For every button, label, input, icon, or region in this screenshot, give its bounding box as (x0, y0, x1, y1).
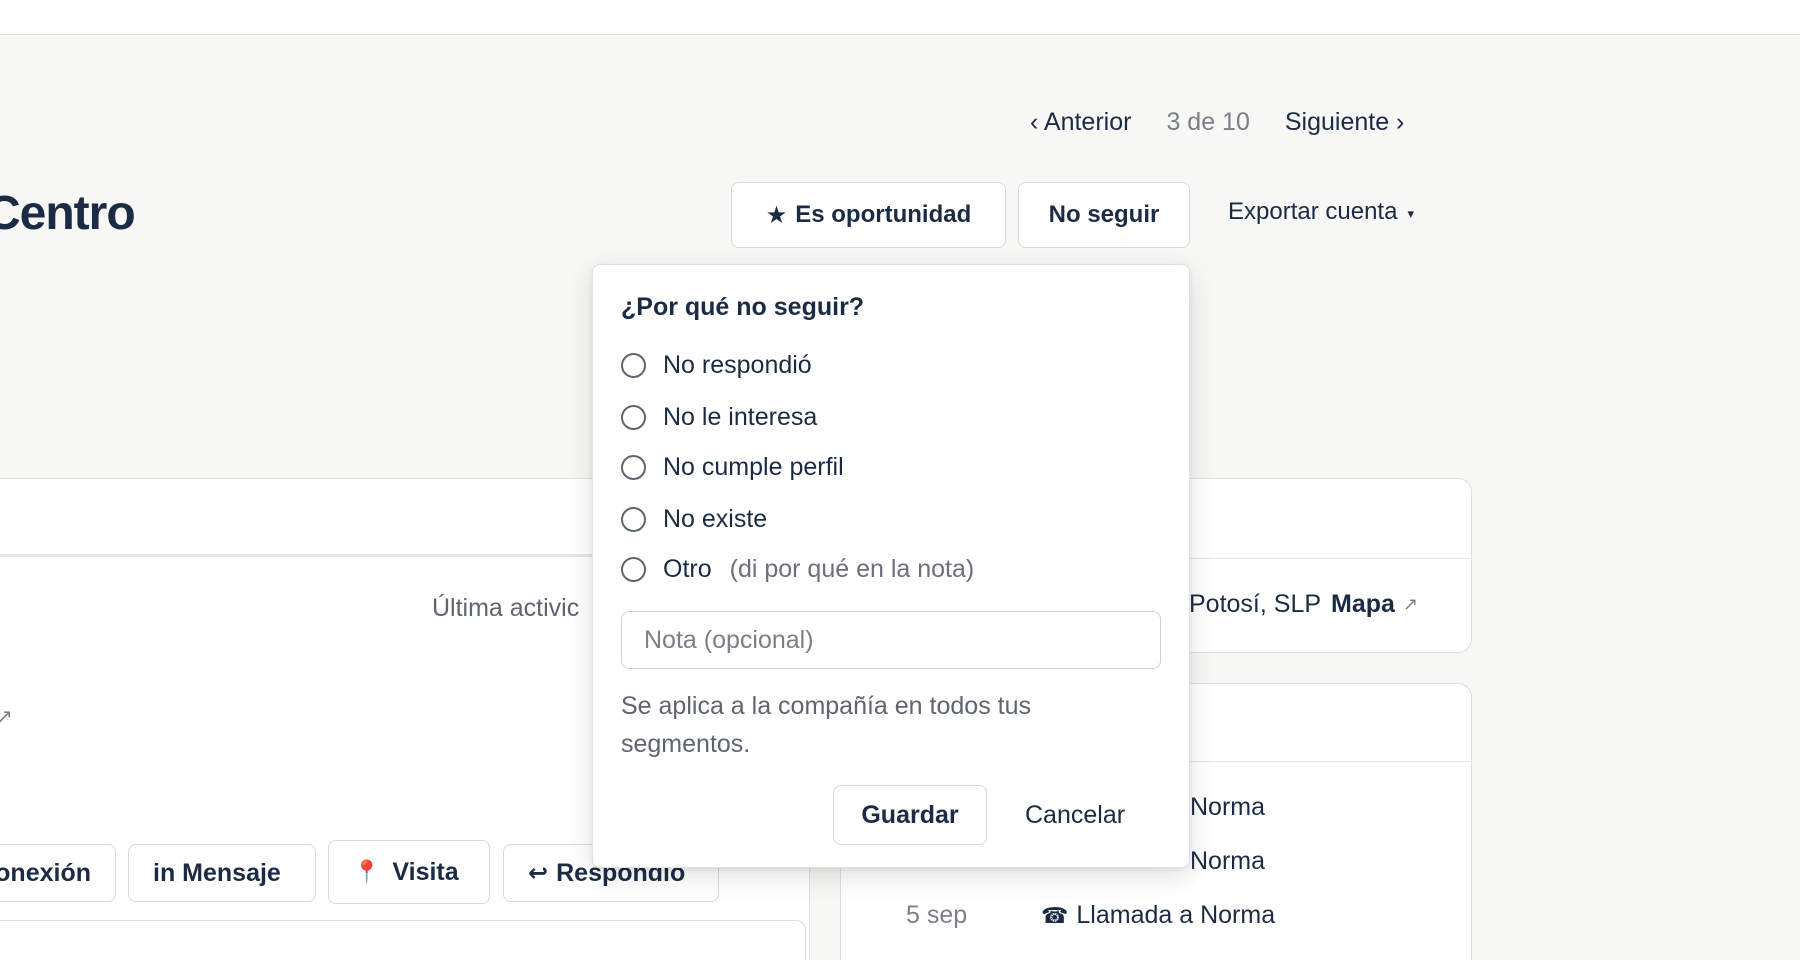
list-item: Norma (1190, 793, 1265, 822)
export-dropdown[interactable]: Exportar cuenta ▾ (1228, 198, 1414, 226)
no-follow-label: No seguir (1048, 201, 1160, 228)
next-link[interactable]: Siguiente › (1285, 108, 1405, 137)
last-activity-text: Última activic (432, 594, 580, 622)
reason-option-otro[interactable]: Otro (di por qué en la nota) (621, 555, 974, 584)
list-item-label: Norma (1190, 793, 1266, 821)
cancel-button[interactable]: Cancelar (1013, 785, 1137, 845)
save-button[interactable]: Guardar (833, 785, 987, 845)
location-text: Potosí, SLP (1189, 590, 1322, 618)
pin-icon: 📍 (353, 859, 381, 884)
pager: ‹ Anterior 3 de 10 Siguiente › (1030, 108, 1404, 137)
list-item-label: Norma (1190, 847, 1266, 875)
option-hint: (di por qué en la nota) (729, 555, 975, 583)
chip-conexion-label: onexión (0, 858, 91, 887)
no-follow-popover: ¿Por qué no seguir? No respondió No le i… (592, 264, 1190, 868)
popover-help-text: Se aplica a la compañía en todos tus seg… (621, 692, 1031, 758)
option-label: Otro (663, 555, 712, 583)
chip-visita-label: Visita (392, 857, 459, 886)
opportunity-button[interactable]: ★ Es oportunidad (731, 182, 1006, 248)
phone-icon: ☎ (1041, 902, 1069, 928)
chip-mensaje-label: in Mensaje (153, 858, 281, 887)
option-label: No existe (663, 505, 768, 533)
external-arrow-icon[interactable]: ↗ (1403, 594, 1418, 615)
radio-button[interactable] (621, 557, 646, 582)
opportunity-label: Es oportunidad (795, 201, 972, 228)
previous-link[interactable]: ‹ Anterior (1030, 108, 1131, 137)
radio-button[interactable] (621, 507, 646, 532)
note-input[interactable] (621, 611, 1161, 669)
list-item-date: 5 sep (906, 901, 968, 929)
radio-button[interactable] (621, 405, 646, 430)
location-row: Potosí, SLP Mapa ↗ (1189, 590, 1418, 619)
reason-option-no-le-interesa[interactable]: No le interesa (621, 403, 817, 432)
top-bar (0, 0, 1800, 35)
page-title: Centro (0, 187, 136, 240)
popover-title: ¿Por qué no seguir? (621, 293, 865, 321)
option-label: No respondió (663, 351, 812, 379)
page-count: 3 de 10 (1166, 108, 1250, 136)
radio-button[interactable] (621, 455, 646, 480)
chip-visita[interactable]: 📍 Visita (328, 840, 490, 904)
chip-conexion[interactable]: onexión (0, 844, 116, 902)
map-link[interactable]: Mapa (1331, 590, 1395, 619)
option-label: No le interesa (663, 403, 818, 431)
reason-option-no-respondio[interactable]: No respondió (621, 351, 812, 380)
list-item-label: Llamada a Norma (1076, 901, 1276, 929)
list-item: Norma (1190, 847, 1265, 876)
star-icon: ★ (765, 201, 788, 229)
chevron-down-icon: ▾ (1407, 206, 1414, 221)
radio-button[interactable] (621, 353, 646, 378)
option-label: No cumple perfil (663, 453, 844, 481)
list-item: 5 sep ☎ Llamada a Norma (906, 901, 1275, 930)
no-follow-button[interactable]: No seguir (1018, 182, 1190, 248)
chip-mensaje[interactable]: in Mensaje (128, 844, 316, 902)
external-arrow-icon[interactable]: ↗ (0, 704, 13, 729)
reason-option-no-cumple-perfil[interactable]: No cumple perfil (621, 453, 844, 482)
reply-icon: ↩ (528, 859, 549, 887)
note-box[interactable] (0, 920, 806, 960)
reason-option-no-existe[interactable]: No existe (621, 505, 767, 534)
export-label: Exportar cuenta (1228, 198, 1398, 225)
